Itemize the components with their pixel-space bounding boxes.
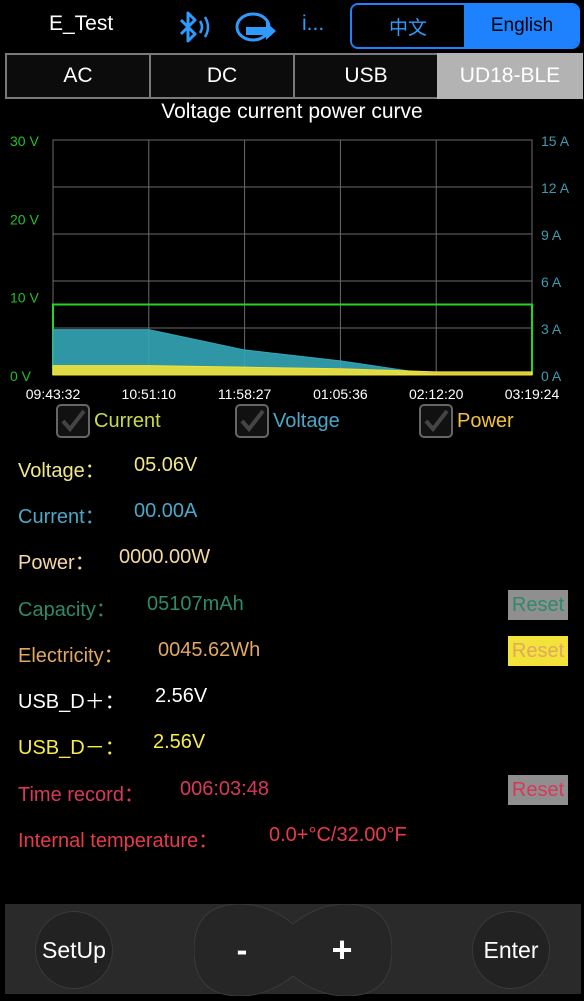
time-record-value: 006:03:48 xyxy=(180,778,269,800)
right-tick-label: 6 A xyxy=(541,274,562,290)
temperature-row: Internal temperature： 0.0+°C/32.00°F xyxy=(18,824,407,853)
checkbox-box[interactable] xyxy=(235,404,269,438)
electricity-row: Electricity： 0045.62Wh xyxy=(18,639,260,668)
usb-dp-label: USB_D＋： xyxy=(18,691,125,713)
electricity-label: Electricity： xyxy=(18,645,124,667)
power-checkbox[interactable]: Power xyxy=(419,404,514,438)
usb-dm-value: 2.56V xyxy=(153,731,206,753)
electricity-value: 0045.62Wh xyxy=(158,639,261,661)
current-row: Current： 00.00A xyxy=(18,500,197,529)
capacity-value: 05107mAh xyxy=(147,593,244,615)
temperature-value: 0.0+°C/32.00°F xyxy=(269,824,407,846)
setup-button[interactable]: SetUp xyxy=(35,911,113,989)
chart-title: Voltage current power curve xyxy=(161,100,423,123)
power-label: Power： xyxy=(18,552,95,574)
voltage-row: Voltage： 05.06V xyxy=(18,454,197,483)
bluetooth-icon[interactable] xyxy=(173,8,217,53)
enter-button[interactable]: Enter xyxy=(472,911,550,989)
x-tick-label: 01:05:36 xyxy=(313,386,368,402)
more-menu[interactable]: i... xyxy=(302,12,324,36)
usb-dp-value: 2.56V xyxy=(155,685,208,707)
power-checkbox-label: Power xyxy=(457,409,514,432)
minus-button[interactable]: - xyxy=(222,928,262,972)
left-tick-label: 20 V xyxy=(10,211,39,227)
voltage-label: Voltage： xyxy=(18,460,105,482)
power-value: 0000.00W xyxy=(119,546,211,568)
time-record-label: Time record： xyxy=(18,784,144,806)
left-tick-label: 0 V xyxy=(10,368,32,384)
capacity-row: Capacity： 05107mAh xyxy=(18,593,244,622)
chart-series xyxy=(52,303,533,376)
time-reset-button[interactable]: Reset xyxy=(508,775,568,805)
temperature-label: Internal temperature： xyxy=(18,830,219,852)
right-tick-label: 12 A xyxy=(541,180,570,196)
plus-button[interactable]: + xyxy=(320,926,364,974)
current-checkbox-label: Current xyxy=(94,409,161,432)
x-tick-label: 03:19:24 xyxy=(505,386,560,402)
usb-dp-row: USB_D＋： 2.56V xyxy=(18,685,207,714)
right-tick-label: 9 A xyxy=(541,227,562,243)
x-tick-label: 11:58:27 xyxy=(218,386,272,402)
lang-english-button[interactable]: English xyxy=(464,5,578,47)
capacity-reset-button[interactable]: Reset xyxy=(508,590,568,620)
tab-ud18-ble[interactable]: UD18-BLE xyxy=(437,53,583,99)
current-checkbox[interactable]: Current xyxy=(56,404,161,438)
current-label: Current： xyxy=(18,506,105,528)
checkbox-box[interactable] xyxy=(56,404,90,438)
x-tick-label: 10:51:10 xyxy=(122,386,177,402)
x-tick-label: 09:43:32 xyxy=(26,386,81,402)
time-record-row: Time record： 006:03:48 xyxy=(18,778,269,807)
tab-ac[interactable]: AC xyxy=(5,53,151,99)
usb-dm-label: USB_D－： xyxy=(18,737,125,759)
right-tick-label: 0 A xyxy=(541,368,562,384)
right-tick-label: 3 A xyxy=(541,321,562,337)
voltage-checkbox-label: Voltage xyxy=(273,409,340,432)
tab-dc[interactable]: DC xyxy=(149,53,295,99)
power-row: Power： 0000.00W xyxy=(18,546,210,575)
capacity-label: Capacity： xyxy=(18,599,116,621)
voltage-value: 05.06V xyxy=(134,454,198,476)
power-curve-chart: 30 V 20 V 10 V 0 V 15 A 12 A 9 A 6 A 3 A 0 A 09:43… xyxy=(10,133,570,402)
current-value: 00.00A xyxy=(134,500,198,522)
checkbox-box[interactable] xyxy=(419,404,453,438)
lang-chinese-button[interactable]: 中文 xyxy=(352,5,464,47)
language-switch[interactable]: 中文 English xyxy=(350,3,580,49)
x-tick-label: 02:12:20 xyxy=(409,386,464,402)
tab-usb[interactable]: USB xyxy=(293,53,439,99)
app-title: E_Test xyxy=(49,12,114,35)
left-tick-label: 30 V xyxy=(10,133,39,149)
device-tabs: AC DC USB UD18-BLE xyxy=(5,53,583,99)
usb-dm-row: USB_D－： 2.56V xyxy=(18,731,205,760)
electricity-reset-button[interactable]: Reset xyxy=(508,636,568,666)
refresh-icon[interactable] xyxy=(232,8,280,53)
voltage-checkbox[interactable]: Voltage xyxy=(235,404,340,438)
left-tick-label: 10 V xyxy=(10,290,39,306)
right-tick-label: 15 A xyxy=(541,133,570,149)
